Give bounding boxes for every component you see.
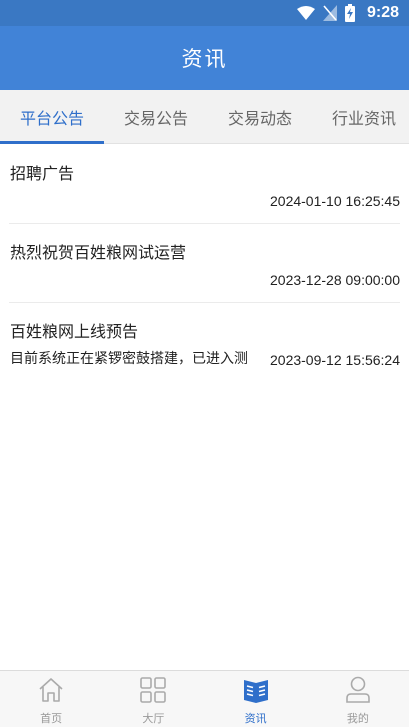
news-title: 招聘广告 [10, 164, 75, 183]
news-date: 2023-09-12 15:56:24 [270, 352, 400, 368]
news-date: 2024-01-10 16:25:45 [270, 193, 400, 209]
tab-label: 行业资讯 [331, 108, 396, 128]
page-title: 资讯 [181, 47, 228, 71]
tab-industry-news[interactable]: 行业资讯 [312, 90, 409, 143]
user-icon [343, 675, 373, 705]
home-icon [36, 675, 66, 705]
list-item[interactable]: 热烈祝贺百姓粮网试运营 2023-12-28 09:00:00 [9, 224, 400, 303]
tab-trade-notice[interactable]: 交易公告 [104, 90, 208, 143]
tab-label: 交易动态 [227, 108, 292, 128]
news-icon [241, 675, 271, 705]
news-title: 百姓粮网上线预告 [10, 322, 139, 341]
nav-mine[interactable]: 我的 [307, 671, 409, 727]
no-signal-icon [322, 5, 337, 21]
grid-icon [138, 675, 168, 705]
nav-news[interactable]: 资讯 [205, 671, 307, 727]
tab-bar: 平台公告 交易公告 交易动态 行业资讯 [0, 90, 409, 144]
nav-label: 首页 [40, 712, 63, 725]
news-summary: 目前系统正在紧锣密鼓搭建，已进入测 [10, 351, 248, 367]
news-title: 热烈祝贺百姓粮网试运营 [10, 243, 187, 262]
nav-hall[interactable]: 大厅 [102, 671, 204, 727]
bottom-nav: 首页 大厅 资讯 我的 [0, 670, 409, 727]
list-item[interactable]: 百姓粮网上线预告 目前系统正在紧锣密鼓搭建，已进入测 2023-09-12 15… [9, 303, 400, 382]
list-item[interactable]: 招聘广告 2024-01-10 16:25:45 [9, 145, 400, 224]
tab-label: 平台公告 [19, 108, 84, 128]
tab-label: 交易公告 [123, 108, 188, 128]
nav-label: 我的 [346, 712, 369, 725]
nav-label: 资讯 [244, 712, 267, 725]
tab-trade-news[interactable]: 交易动态 [208, 90, 312, 143]
news-list: 招聘广告 2024-01-10 16:25:45 热烈祝贺百姓粮网试运营 202… [0, 145, 409, 382]
tab-platform-notice[interactable]: 平台公告 [0, 90, 104, 144]
status-bar: 9:28 [0, 0, 409, 26]
news-date: 2023-12-28 09:00:00 [270, 272, 400, 288]
clock: 9:28 [366, 4, 399, 21]
battery-charging-icon [344, 4, 355, 22]
wifi-icon [296, 6, 315, 20]
nav-label: 大厅 [142, 712, 165, 725]
app-header: 资讯 [0, 26, 409, 90]
nav-home[interactable]: 首页 [0, 671, 102, 727]
